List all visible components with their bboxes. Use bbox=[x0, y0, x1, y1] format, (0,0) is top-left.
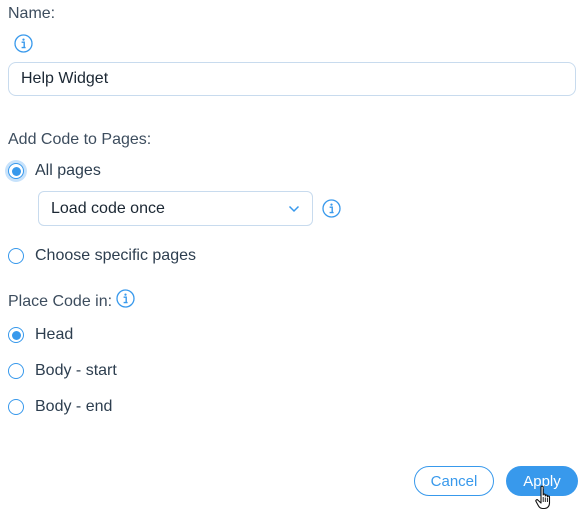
radio-button[interactable] bbox=[8, 327, 24, 343]
chevron-down-icon bbox=[288, 200, 300, 218]
name-input[interactable] bbox=[8, 62, 576, 96]
radio-body-end[interactable]: Body - end bbox=[8, 398, 112, 416]
name-label: Name: bbox=[8, 5, 56, 22]
place-section-label: Place Code in: bbox=[8, 293, 113, 310]
radio-body-start[interactable]: Body - start bbox=[8, 362, 117, 380]
load-code-select[interactable]: Load code once bbox=[38, 191, 313, 226]
info-icon[interactable] bbox=[322, 199, 341, 218]
radio-button[interactable] bbox=[8, 363, 24, 379]
radio-label: Head bbox=[35, 326, 74, 343]
radio-label: Body - end bbox=[35, 398, 113, 415]
radio-head[interactable]: Head bbox=[8, 326, 73, 344]
radio-label: All pages bbox=[35, 162, 101, 179]
radio-button[interactable] bbox=[8, 248, 24, 264]
info-icon[interactable] bbox=[14, 34, 33, 53]
cancel-button[interactable]: Cancel bbox=[414, 466, 494, 496]
pages-section-label: Add Code to Pages: bbox=[8, 131, 152, 148]
select-value: Load code once bbox=[51, 199, 165, 217]
radio-button[interactable] bbox=[8, 163, 24, 179]
hand-cursor-icon bbox=[535, 485, 555, 516]
radio-label: Choose specific pages bbox=[35, 247, 196, 264]
info-icon[interactable] bbox=[116, 289, 135, 308]
radio-label: Body - start bbox=[35, 362, 117, 379]
radio-choose-specific-pages[interactable]: Choose specific pages bbox=[8, 247, 196, 265]
radio-all-pages[interactable]: All pages bbox=[8, 162, 101, 180]
radio-button[interactable] bbox=[8, 399, 24, 415]
